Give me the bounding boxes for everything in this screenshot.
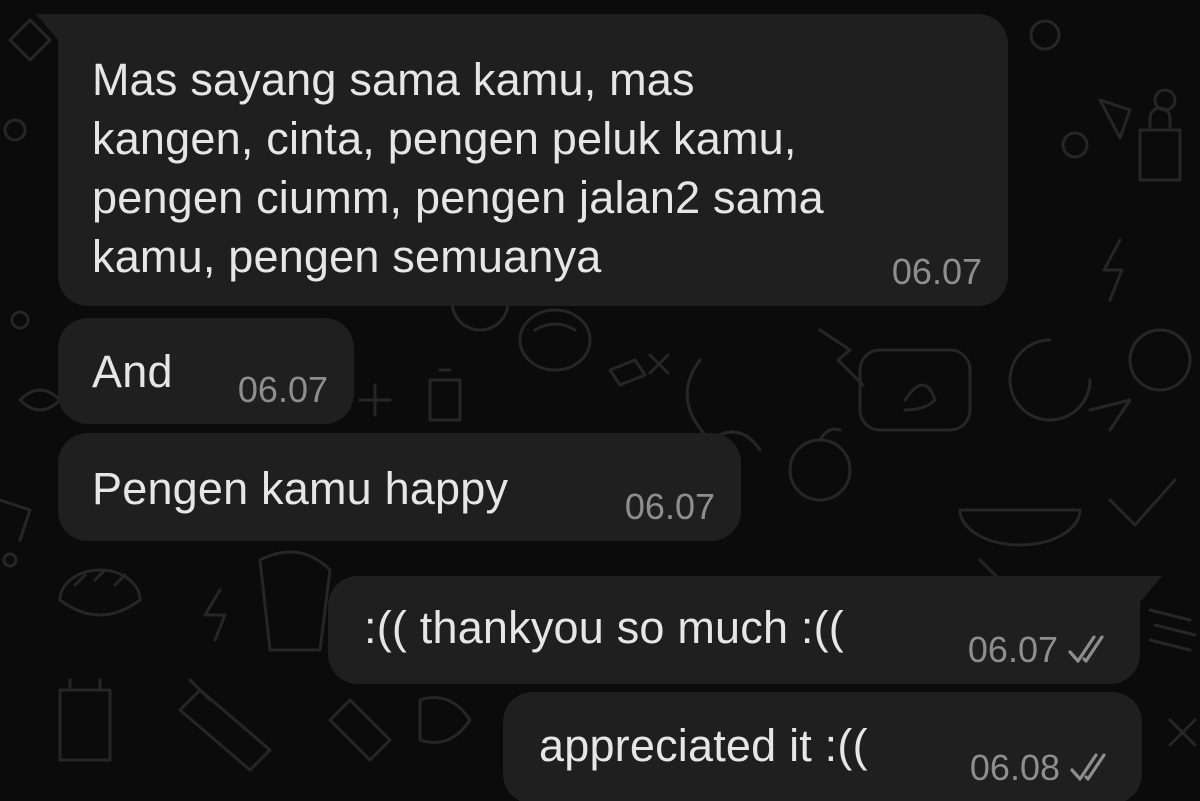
message-text: Mas sayang sama kamu, mas kangen, cinta,… — [92, 54, 824, 282]
message-timestamp: 06.07 — [237, 369, 328, 410]
message-timestamp: 06.07 — [891, 251, 982, 292]
message-timestamp: 06.08 — [969, 747, 1060, 788]
bubble-tail — [36, 14, 58, 40]
outgoing-message-bubble[interactable]: appreciated it :(( 06.08 — [503, 692, 1142, 801]
outgoing-message-bubble[interactable]: :(( thankyou so much :(( 06.07 — [328, 576, 1162, 684]
incoming-message-bubble[interactable]: Mas sayang sama kamu, mas kangen, cinta,… — [36, 14, 1008, 306]
message-timestamp: 06.07 — [967, 629, 1058, 670]
message-text: Pengen kamu happy — [92, 463, 509, 514]
message-timestamp: 06.07 — [624, 486, 715, 527]
chat-message-list[interactable]: Mas sayang sama kamu, mas kangen, cinta,… — [0, 0, 1200, 801]
incoming-message-bubble[interactable]: And 06.07 — [58, 318, 354, 424]
read-double-check-icon — [1068, 635, 1112, 665]
message-meta: 06.07 — [625, 489, 715, 525]
bubble-tail — [1140, 576, 1162, 602]
incoming-message-bubble[interactable]: Pengen kamu happy 06.07 — [58, 433, 741, 541]
message-meta: 06.07 — [238, 372, 328, 408]
message-meta: 06.07 — [892, 254, 982, 290]
read-double-check-icon — [1070, 753, 1114, 783]
message-meta: 06.08 — [970, 750, 1114, 786]
message-meta: 06.07 — [968, 632, 1112, 668]
